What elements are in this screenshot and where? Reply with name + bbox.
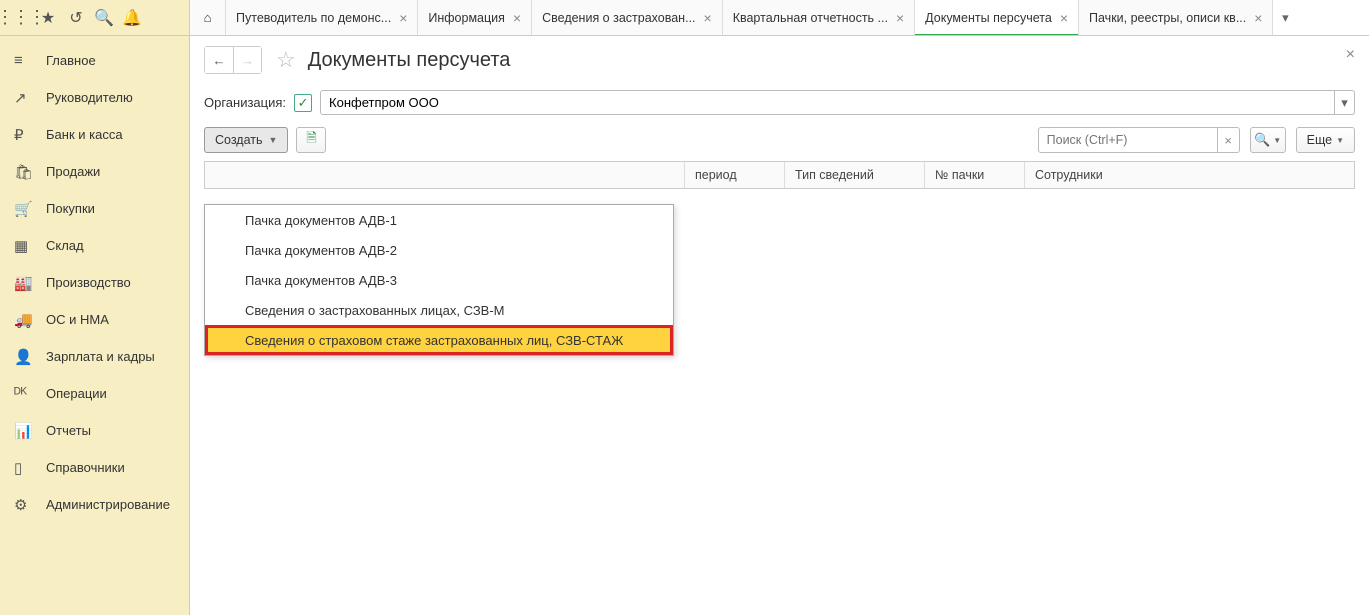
dropdown-item-szv-stazh[interactable]: Сведения о страховом стаже застрахованны…: [205, 325, 673, 355]
caret-icon: ▼: [1273, 136, 1281, 145]
sidebar-item-label: Отчеты: [46, 423, 91, 438]
sidebar-item-label: Склад: [46, 238, 84, 253]
page-title: Документы персучета: [308, 49, 511, 72]
sidebar-item-references[interactable]: ▯ Справочники: [0, 449, 189, 486]
sidebar-item-label: Главное: [46, 53, 96, 68]
sidebar-item-label: Продажи: [46, 164, 100, 179]
sidebar-item-os-nma[interactable]: 🚚 ОС и НМА: [0, 301, 189, 338]
col-hidden[interactable]: [205, 162, 685, 188]
tab-0[interactable]: Путеводитель по демонс... ×: [226, 0, 418, 35]
history-icon[interactable]: ↺: [62, 4, 90, 32]
create-button[interactable]: Создать ▼: [204, 127, 288, 153]
ruble-icon: ₽: [14, 126, 36, 144]
gear-icon: ⚙: [14, 496, 36, 514]
grid-icon: ▦: [14, 237, 36, 255]
close-icon[interactable]: ×: [1254, 10, 1262, 26]
caret-icon: ▼: [269, 135, 278, 145]
search-clear-button[interactable]: ×: [1218, 127, 1240, 153]
factory-icon: 🏭: [14, 274, 36, 292]
table-header: период Тип сведений № пачки Сотрудники: [204, 161, 1355, 189]
more-button[interactable]: Еще ▼: [1296, 127, 1355, 153]
dropdown-item-szvm[interactable]: Сведения о застрахованных лицах, СЗВ-М: [205, 295, 673, 325]
dropdown-item-adv3[interactable]: Пачка документов АДВ-3: [205, 265, 673, 295]
caret-icon: ▼: [1336, 136, 1344, 145]
sidebar-item-reports[interactable]: 📊 Отчеты: [0, 412, 189, 449]
create-dropdown: Пачка документов АДВ-1 Пачка документов …: [204, 204, 674, 356]
star-icon[interactable]: ★: [34, 4, 62, 32]
person-icon: 👤: [14, 348, 36, 366]
organization-checkbox[interactable]: ✓: [294, 94, 312, 112]
bag-icon: 🛍: [14, 163, 36, 181]
sidebar-item-salary[interactable]: 👤 Зарплата и кадры: [0, 338, 189, 375]
sidebar-item-label: ОС и НМА: [46, 312, 109, 327]
close-icon[interactable]: ×: [399, 10, 407, 26]
col-type[interactable]: Тип сведений: [785, 162, 925, 188]
tab-2[interactable]: Сведения о застрахован... ×: [532, 0, 723, 35]
sidebar-item-label: Операции: [46, 386, 107, 401]
tab-label: Пачки, реестры, описи кв...: [1089, 11, 1246, 25]
col-employees[interactable]: Сотрудники: [1025, 162, 1354, 188]
sidebar-item-label: Банк и касса: [46, 127, 123, 142]
col-period[interactable]: период: [685, 162, 785, 188]
close-icon[interactable]: ×: [513, 10, 521, 26]
tab-label: Сведения о застрахован...: [542, 11, 695, 25]
sidebar-item-purchases[interactable]: 🛒 Покупки: [0, 190, 189, 227]
tab-4[interactable]: Документы персучета ×: [915, 0, 1079, 35]
organization-input[interactable]: [320, 90, 1335, 115]
sidebar-item-admin[interactable]: ⚙ Администрирование: [0, 486, 189, 523]
favorite-star-icon[interactable]: ☆: [276, 47, 296, 73]
tab-label: Информация: [428, 11, 505, 25]
chart-icon: 📊: [14, 422, 36, 440]
sidebar-item-main[interactable]: ≡ Главное: [0, 42, 189, 79]
tab-home[interactable]: ⌂: [190, 0, 226, 35]
sidebar-item-operations[interactable]: ᴰᴷ Операции: [0, 375, 189, 412]
sidebar-item-manager[interactable]: ↗ Руководителю: [0, 79, 189, 116]
search-input[interactable]: [1038, 127, 1218, 153]
sidebar-item-label: Производство: [46, 275, 131, 290]
nav-forward-button[interactable]: →: [233, 47, 261, 73]
sidebar-item-label: Справочники: [46, 460, 125, 475]
refresh-doc-button[interactable]: 🗎: [296, 127, 326, 153]
search-run-button[interactable]: 🔍▼: [1250, 127, 1286, 153]
dropdown-item-adv1[interactable]: Пачка документов АДВ-1: [205, 205, 673, 235]
sidebar: ≡ Главное ↗ Руководителю ₽ Банк и касса 🛍 Пр…: [0, 36, 190, 615]
apps-grid-icon[interactable]: ⋮⋮⋮: [6, 4, 34, 32]
nav-back-button[interactable]: ←: [205, 47, 233, 73]
cart-icon: 🛒: [14, 200, 36, 218]
organization-label: Организация:: [204, 95, 286, 110]
sidebar-item-sales[interactable]: 🛍 Продажи: [0, 153, 189, 190]
tab-label: Путеводитель по демонс...: [236, 11, 391, 25]
tab-1[interactable]: Информация ×: [418, 0, 532, 35]
tab-5[interactable]: Пачки, реестры, описи кв... ×: [1079, 0, 1273, 35]
dropdown-item-adv2[interactable]: Пачка документов АДВ-2: [205, 235, 673, 265]
search-icon[interactable]: 🔍: [90, 4, 118, 32]
sidebar-item-label: Руководителю: [46, 90, 133, 105]
sidebar-item-production[interactable]: 🏭 Производство: [0, 264, 189, 301]
home-icon: ⌂: [204, 10, 212, 25]
sidebar-item-label: Администрирование: [46, 497, 170, 512]
tab-label: Квартальная отчетность ...: [733, 11, 888, 25]
col-packno[interactable]: № пачки: [925, 162, 1025, 188]
create-label: Создать: [215, 133, 263, 147]
close-icon[interactable]: ×: [704, 10, 712, 26]
operations-icon: ᴰᴷ: [14, 385, 36, 402]
close-icon[interactable]: ×: [1346, 46, 1355, 64]
sidebar-item-label: Зарплата и кадры: [46, 349, 155, 364]
tabs-dropdown[interactable]: ▾: [1273, 0, 1297, 35]
tab-label: Документы персучета: [925, 11, 1052, 25]
close-icon[interactable]: ×: [896, 10, 904, 26]
more-label: Еще: [1307, 133, 1332, 147]
tab-3[interactable]: Квартальная отчетность ... ×: [723, 0, 915, 35]
close-icon[interactable]: ×: [1060, 10, 1068, 26]
sidebar-item-label: Покупки: [46, 201, 95, 216]
organization-dropdown[interactable]: ▾: [1335, 90, 1355, 115]
menu-icon: ≡: [14, 52, 36, 69]
sidebar-item-bank[interactable]: ₽ Банк и касса: [0, 116, 189, 153]
bell-icon[interactable]: 🔔: [118, 4, 146, 32]
trend-icon: ↗: [14, 89, 36, 107]
truck-icon: 🚚: [14, 311, 36, 329]
book-icon: ▯: [14, 459, 36, 477]
sidebar-item-warehouse[interactable]: ▦ Склад: [0, 227, 189, 264]
